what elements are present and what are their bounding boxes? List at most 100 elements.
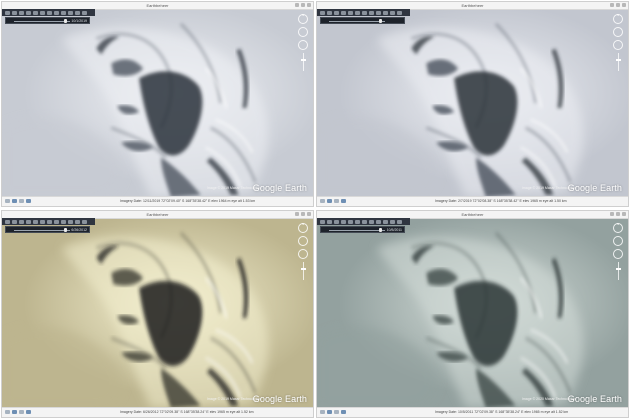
print-icon[interactable] [397, 219, 402, 224]
start-icon[interactable] [320, 410, 325, 414]
planet-icon[interactable] [376, 10, 381, 15]
polygon-icon[interactable] [19, 10, 24, 15]
start-icon[interactable] [5, 410, 10, 414]
timeline-thumb[interactable] [64, 228, 67, 232]
planet-icon[interactable] [61, 10, 66, 15]
explorer-icon[interactable] [327, 410, 332, 414]
minimize-button[interactable] [295, 212, 299, 216]
explorer-icon[interactable] [12, 410, 17, 414]
close-button[interactable] [307, 212, 311, 216]
print-icon[interactable] [397, 10, 402, 15]
move-joystick-icon[interactable] [298, 40, 308, 50]
close-button[interactable] [622, 3, 626, 7]
historical-imagery-icon[interactable] [362, 10, 367, 15]
sidebar-toggle-icon[interactable] [5, 219, 10, 224]
email-icon[interactable] [75, 219, 80, 224]
satellite-map-view[interactable] [317, 9, 628, 197]
start-icon[interactable] [320, 199, 325, 203]
timeline-slider[interactable]: 10/1/2019 [5, 17, 90, 24]
email-icon[interactable] [390, 10, 395, 15]
browser-icon[interactable] [19, 410, 24, 414]
compass-icon[interactable]: N [298, 223, 308, 233]
maximize-button[interactable] [301, 212, 305, 216]
tour-icon[interactable] [40, 10, 45, 15]
polygon-icon[interactable] [334, 10, 339, 15]
minimize-button[interactable] [610, 3, 614, 7]
print-icon[interactable] [82, 219, 87, 224]
timeline-thumb[interactable] [379, 228, 382, 232]
browser-icon[interactable] [334, 410, 339, 414]
tour-icon[interactable] [355, 219, 360, 224]
timeline-thumb[interactable] [379, 19, 382, 23]
close-button[interactable] [307, 3, 311, 7]
sidebar-toggle-icon[interactable] [320, 10, 325, 15]
move-joystick-icon[interactable] [613, 249, 623, 259]
email-icon[interactable] [75, 10, 80, 15]
minimize-button[interactable] [295, 3, 299, 7]
timeline-slider[interactable] [320, 17, 405, 24]
overlay-icon[interactable] [348, 10, 353, 15]
placemark-icon[interactable] [327, 219, 332, 224]
ruler-icon[interactable] [68, 219, 73, 224]
timeline-slider[interactable]: 6/26/2012 [5, 226, 90, 233]
timeline-track[interactable] [329, 21, 385, 22]
earth-app-icon[interactable] [341, 199, 346, 203]
ruler-icon[interactable] [383, 219, 388, 224]
maximize-button[interactable] [616, 3, 620, 7]
earth-app-icon[interactable] [341, 410, 346, 414]
move-joystick-icon[interactable] [613, 40, 623, 50]
browser-icon[interactable] [334, 199, 339, 203]
placemark-icon[interactable] [12, 10, 17, 15]
ruler-icon[interactable] [383, 10, 388, 15]
email-icon[interactable] [390, 219, 395, 224]
timeline-track[interactable] [329, 230, 385, 231]
timeline-track[interactable] [14, 21, 70, 22]
path-icon[interactable] [341, 10, 346, 15]
satellite-map-view[interactable] [2, 9, 313, 197]
timeline-thumb[interactable] [64, 19, 67, 23]
planet-icon[interactable] [61, 219, 66, 224]
look-joystick-icon[interactable] [613, 236, 623, 246]
sun-icon[interactable] [369, 219, 374, 224]
zoom-slider-icon[interactable] [300, 262, 306, 280]
move-joystick-icon[interactable] [298, 249, 308, 259]
sun-icon[interactable] [54, 219, 59, 224]
zoom-slider-icon[interactable] [615, 53, 621, 71]
satellite-map-view[interactable] [317, 218, 628, 408]
zoom-slider-icon[interactable] [300, 53, 306, 71]
close-button[interactable] [622, 212, 626, 216]
satellite-map-view[interactable] [2, 218, 313, 408]
ruler-icon[interactable] [68, 10, 73, 15]
compass-icon[interactable]: N [613, 223, 623, 233]
sun-icon[interactable] [54, 10, 59, 15]
earth-app-icon[interactable] [26, 199, 31, 203]
sidebar-toggle-icon[interactable] [5, 10, 10, 15]
compass-icon[interactable]: N [298, 14, 308, 24]
overlay-icon[interactable] [33, 10, 38, 15]
historical-imagery-icon[interactable] [47, 10, 52, 15]
placemark-icon[interactable] [327, 10, 332, 15]
path-icon[interactable] [26, 10, 31, 15]
print-icon[interactable] [82, 10, 87, 15]
browser-icon[interactable] [19, 199, 24, 203]
compass-icon[interactable]: N [613, 14, 623, 24]
sidebar-toggle-icon[interactable] [320, 219, 325, 224]
timeline-track[interactable] [14, 230, 70, 231]
polygon-icon[interactable] [334, 219, 339, 224]
path-icon[interactable] [26, 219, 31, 224]
earth-app-icon[interactable] [26, 410, 31, 414]
historical-imagery-icon[interactable] [47, 219, 52, 224]
look-joystick-icon[interactable] [613, 27, 623, 37]
zoom-slider-icon[interactable] [615, 262, 621, 280]
historical-imagery-icon[interactable] [362, 219, 367, 224]
tour-icon[interactable] [40, 219, 45, 224]
path-icon[interactable] [341, 219, 346, 224]
look-joystick-icon[interactable] [298, 236, 308, 246]
overlay-icon[interactable] [33, 219, 38, 224]
look-joystick-icon[interactable] [298, 27, 308, 37]
explorer-icon[interactable] [12, 199, 17, 203]
start-icon[interactable] [5, 199, 10, 203]
planet-icon[interactable] [376, 219, 381, 224]
minimize-button[interactable] [610, 212, 614, 216]
timeline-slider[interactable]: 10/5/2011 [320, 226, 405, 233]
